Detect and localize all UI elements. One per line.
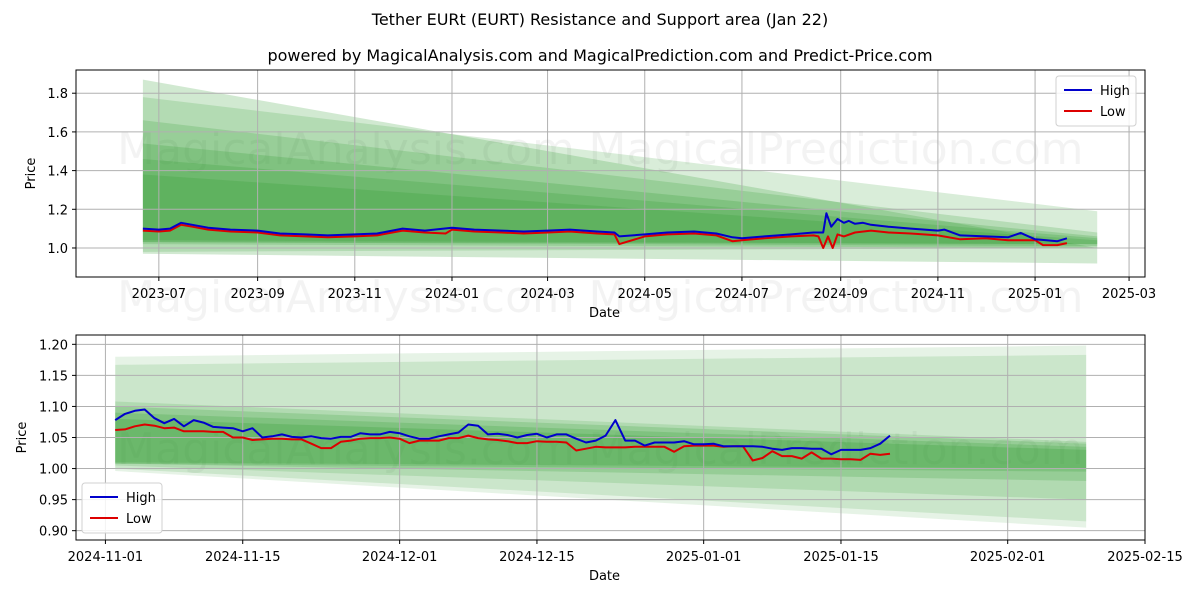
bottom-chart: 0.90 0.95 1.00 1.05 1.10 1.15 1.20 2024-11-01 20… — [15, 334, 1183, 584]
charts-canvas: MagicalAnalysis.com MagicalPrediction.co… — [15, 69, 1183, 584]
legend-label-high: High — [1100, 84, 1130, 99]
y-tick-label: 1.20 — [39, 338, 68, 353]
y-tick-label: 1.8 — [47, 87, 68, 102]
x-tick-label: 2023-11 — [328, 287, 382, 302]
y-tick-label: 1.6 — [47, 126, 68, 141]
legend-label-high: High — [126, 491, 156, 506]
legend: High Low — [81, 482, 163, 534]
x-tick-label: 2025-02-01 — [970, 550, 1046, 565]
x-tick-label: 2025-01-01 — [666, 550, 742, 565]
y-tick-label: 1.15 — [39, 369, 68, 384]
x-tick-label: 2025-01-15 — [803, 550, 879, 565]
y-tick-label: 0.95 — [39, 494, 68, 509]
x-axis-label: Date — [589, 306, 620, 321]
legend-label-low: Low — [1100, 105, 1126, 120]
x-tick-label: 2024-03 — [520, 287, 574, 302]
legend-label-low: Low — [126, 512, 152, 527]
y-tick-label: 0.90 — [39, 525, 68, 540]
x-tick-label: 2024-11-01 — [68, 550, 144, 565]
y-tick-label: 1.10 — [39, 400, 68, 415]
y-axis-label: Price — [24, 158, 39, 190]
y-axis-label: Price — [15, 422, 30, 454]
x-tick-label: 2024-11-15 — [205, 550, 281, 565]
x-tick-label: 2024-05 — [618, 287, 672, 302]
y-tick-label: 1.2 — [47, 203, 68, 218]
x-tick-label: 2023-09 — [230, 287, 284, 302]
x-tick-label: 2023-07 — [132, 287, 186, 302]
x-tick-label: 2024-12-15 — [499, 550, 575, 565]
x-tick-label: 2024-07 — [715, 287, 769, 302]
x-axis-label: Date — [589, 569, 620, 584]
y-tick-label: 1.00 — [39, 463, 68, 478]
x-tick-label: 2024-12-01 — [362, 550, 438, 565]
y-tick-label: 1.4 — [47, 165, 68, 180]
x-tick-label: 2025-01 — [1008, 287, 1062, 302]
x-tick-label: 2024-09 — [814, 287, 868, 302]
y-tick-label: 1.05 — [39, 432, 68, 447]
x-tick-label: 2025-02-15 — [1107, 550, 1183, 565]
y-tick-label: 1.0 — [47, 242, 68, 257]
x-tick-label: 2025-03 — [1102, 287, 1156, 302]
x-tick-label: 2024-11 — [911, 287, 965, 302]
legend: High Low — [1055, 75, 1137, 127]
x-tick-label: 2024-01 — [425, 287, 479, 302]
